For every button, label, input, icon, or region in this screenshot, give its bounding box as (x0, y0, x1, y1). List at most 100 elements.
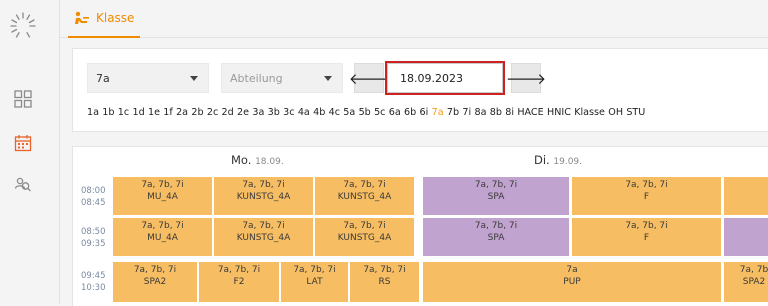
filter-panel: 7a Abteilung 🡐 18.09.2023 🡒 1a 1b 1c 1d 1e 1f… (72, 48, 768, 132)
class-link[interactable]: 2d (222, 107, 234, 118)
class-link[interactable]: 6i (420, 107, 429, 118)
class-link[interactable]: 8i (505, 107, 514, 118)
tab-label: Klasse (96, 11, 135, 25)
day-date: 18.09. (255, 157, 284, 167)
lesson-classes: 7a, 7b, 7i (242, 221, 285, 231)
class-link[interactable]: 2e (237, 107, 249, 118)
day-date: 19.09. (553, 157, 583, 167)
lesson-cell[interactable]: 7a, 7b, 7i KUNSTG_4A (315, 218, 414, 256)
lesson-cell[interactable]: 7a, 7b, 7i SPA (423, 177, 569, 215)
chevron-down-icon (190, 76, 198, 81)
day-header-monday: Mo. 18.09. (231, 153, 284, 167)
lesson-cell[interactable]: 7a, 7b, 7i F (572, 177, 721, 215)
class-link[interactable]: STU (626, 107, 645, 118)
lesson-subject: KUNSTG_4A (337, 192, 392, 202)
lesson-subject: SPA2 (143, 277, 167, 287)
lesson-cell[interactable] (724, 218, 768, 256)
lesson-classes: 7a, 7b, 7i (217, 265, 261, 275)
lesson-subject: KUNSTG_4A (337, 233, 392, 243)
lesson-cell[interactable]: 7a PUP (423, 262, 721, 302)
class-link-list: 1a 1b 1c 1d 1e 1f 2a 2b 2c 2d 2e 3a 3b 3c 4a 4b 4c 5a 5b 5c… (87, 107, 649, 118)
period-start: 08:50 (81, 227, 106, 237)
spinner-logo-icon[interactable] (8, 10, 38, 40)
class-link[interactable]: 2c (207, 107, 218, 118)
grid-view-icon[interactable] (14, 90, 32, 108)
lesson-classes: 7a, 7b, 7i (133, 265, 177, 275)
lesson-subject: F (643, 233, 650, 243)
class-link[interactable]: 1b (102, 107, 114, 118)
lesson-subject: MU_4A (147, 192, 178, 202)
class-link[interactable]: HACE (517, 107, 543, 118)
lesson-cell[interactable]: 7a, 7b, 7i SPA2 (113, 262, 197, 302)
period-time: 09:45 10:30 (81, 270, 106, 294)
class-select-value: 7a (96, 71, 110, 85)
class-link[interactable]: 5b (359, 107, 371, 118)
lesson-classes: 7a, 7b, 7i (293, 265, 336, 275)
class-link[interactable]: 4c (329, 107, 340, 118)
lesson-cell[interactable]: 7a, 7b, 7i F2 (199, 262, 279, 302)
calendar-icon[interactable] (14, 134, 32, 152)
lesson-cell[interactable]: 7a, 7b SPA2 (724, 262, 768, 302)
class-link[interactable]: HNIC (547, 107, 571, 118)
department-select[interactable]: Abteilung (221, 63, 343, 93)
class-link[interactable]: 2a (176, 107, 188, 118)
lesson-classes: 7a, 7b, 7i (242, 180, 285, 190)
class-link[interactable]: 7i (462, 107, 471, 118)
class-link[interactable]: 7b (447, 107, 459, 118)
class-link[interactable]: OH (608, 107, 623, 118)
class-link[interactable]: 3a (252, 107, 264, 118)
users-search-icon[interactable] (14, 176, 32, 194)
day-name: Di. (534, 153, 550, 167)
lesson-cell[interactable] (724, 177, 768, 215)
class-link[interactable]: 6a (389, 107, 401, 118)
period-start: 08:00 (81, 186, 106, 196)
chevron-down-icon (324, 76, 332, 81)
class-link[interactable]: 8b (490, 107, 502, 118)
lesson-cell[interactable]: 7a, 7b, 7i KUNSTG_4A (214, 177, 313, 215)
period-time: 08:00 08:45 (81, 185, 106, 209)
class-link[interactable]: 1e (148, 107, 160, 118)
timetable-grid: Mo. 18.09. Di. 19.09. 08:00 08:45 08:50 09:… (72, 146, 768, 306)
lesson-cell[interactable]: 7a, 7b, 7i F (572, 218, 721, 256)
class-link[interactable]: 5a (343, 107, 355, 118)
lesson-classes: 7a, 7b, 7i (141, 221, 184, 231)
day-name: Mo. (231, 153, 252, 167)
lesson-cell[interactable]: 7a, 7b, 7i SPA (423, 218, 569, 256)
next-date-button[interactable]: 🡒 (506, 63, 546, 93)
class-link[interactable]: 1a (87, 107, 99, 118)
class-link[interactable]: 8a (474, 107, 486, 118)
period-time: 08:50 09:35 (81, 226, 106, 250)
lesson-cell[interactable]: 7a, 7b, 7i KUNSTG_4A (214, 218, 313, 256)
top-bar: Klasse (60, 0, 768, 38)
sidebar (0, 0, 60, 304)
class-link[interactable]: 4a (298, 107, 310, 118)
lesson-subject: MU_4A (147, 233, 178, 243)
lesson-subject: F (643, 192, 650, 202)
lesson-classes: 7a (566, 265, 578, 275)
class-link[interactable]: 3b (268, 107, 280, 118)
class-link[interactable]: 2b (191, 107, 203, 118)
lesson-cell[interactable]: 7a, 7b, 7i MU_4A (113, 218, 212, 256)
class-link[interactable]: 1c (118, 107, 129, 118)
lesson-subject: SPA (487, 233, 505, 243)
class-link[interactable]: 6b (404, 107, 416, 118)
class-link[interactable]: 1d (132, 107, 144, 118)
class-select[interactable]: 7a (87, 63, 209, 93)
tab-klasse[interactable]: Klasse (68, 0, 141, 38)
lesson-cell[interactable]: 7a, 7b, 7i MU_4A (113, 177, 212, 215)
class-link[interactable]: 7a (432, 107, 444, 118)
previous-date-button[interactable]: 🡐 (349, 63, 389, 93)
lesson-cell[interactable]: 7a, 7b, 7i LAT (281, 262, 348, 302)
lesson-classes: 7a, 7b, 7i (343, 221, 386, 231)
date-input[interactable]: 18.09.2023 (385, 61, 505, 95)
lesson-classes: 7a, 7b, 7i (474, 180, 518, 190)
class-link[interactable]: 4b (313, 107, 325, 118)
class-link[interactable]: 5c (374, 107, 385, 118)
lesson-cell[interactable]: 7a, 7b, 7i KUNSTG_4A (315, 177, 414, 215)
lesson-classes: 7a, 7b, 7i (625, 180, 668, 190)
class-link[interactable]: 3c (283, 107, 294, 118)
class-link[interactable]: Klasse (574, 107, 605, 118)
class-link[interactable]: 1f (163, 107, 172, 118)
lesson-classes: 7a, 7b (739, 265, 768, 275)
lesson-cell[interactable]: 7a, 7b, 7i RS (350, 262, 419, 302)
